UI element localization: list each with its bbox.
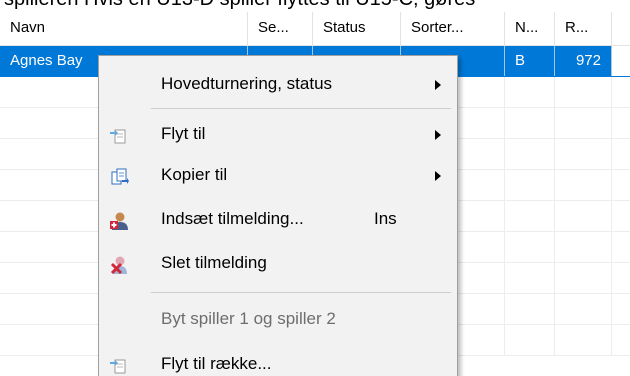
- column-header-sorter[interactable]: Sorter...: [401, 12, 505, 46]
- delete-user-icon: [109, 253, 129, 275]
- cell-n: B: [505, 46, 555, 76]
- column-header-n[interactable]: N...: [505, 12, 555, 46]
- menu-item-label: Slet tilmelding: [161, 253, 267, 272]
- copy-documents-icon: [109, 165, 129, 185]
- menu-item-label: Flyt til: [161, 124, 206, 143]
- menu-item-kopier-til[interactable]: Kopier til: [99, 158, 457, 192]
- menu-item-label: Hovedturnering, status: [161, 74, 333, 93]
- column-header-r[interactable]: R...: [555, 12, 612, 46]
- menu-item-indsaet-tilmelding[interactable]: Indsæt tilmelding... Ins: [99, 202, 457, 236]
- menu-item-label: Flyt til række...: [161, 354, 272, 373]
- menu-separator: [151, 292, 451, 293]
- column-header-filler: [612, 12, 630, 46]
- menu-item-label: Kopier til: [161, 165, 228, 184]
- menu-item-flyt-til[interactable]: Flyt til: [99, 117, 457, 151]
- menu-item-label: Byt spiller 1 og spiller 2: [161, 309, 336, 328]
- menu-item-label: Indsæt tilmelding...: [161, 209, 304, 228]
- menu-item-flyt-til-raekke[interactable]: Flyt til række...: [99, 347, 457, 376]
- column-header-navn[interactable]: Navn: [0, 12, 248, 46]
- menu-item-slet-tilmelding[interactable]: Slet tilmelding: [99, 246, 457, 280]
- menu-separator: [151, 108, 451, 109]
- menu-item-byt-spiller: Byt spiller 1 og spiller 2: [99, 302, 457, 336]
- submenu-arrow-icon: [435, 130, 441, 140]
- column-header-se[interactable]: Se...: [248, 12, 313, 46]
- shortcut-label: Ins: [374, 209, 397, 228]
- cell-filler: [612, 46, 630, 76]
- context-menu: Hovedturnering, status Flyt til Kopier t…: [98, 55, 458, 376]
- move-document-icon: [109, 124, 129, 144]
- menu-item-hovedturnering-status[interactable]: Hovedturnering, status: [99, 67, 457, 101]
- move-document-icon: [109, 354, 129, 374]
- submenu-arrow-icon: [435, 80, 441, 90]
- add-user-icon: [109, 209, 129, 230]
- cell-r: 972: [555, 46, 612, 76]
- table-header: Navn Se... Status Sorter... N... R...: [0, 12, 630, 46]
- column-header-status[interactable]: Status: [313, 12, 401, 46]
- submenu-arrow-icon: [435, 171, 441, 181]
- instruction-text: spilleren Hvis en U13-D spiller flyttes …: [4, 0, 475, 11]
